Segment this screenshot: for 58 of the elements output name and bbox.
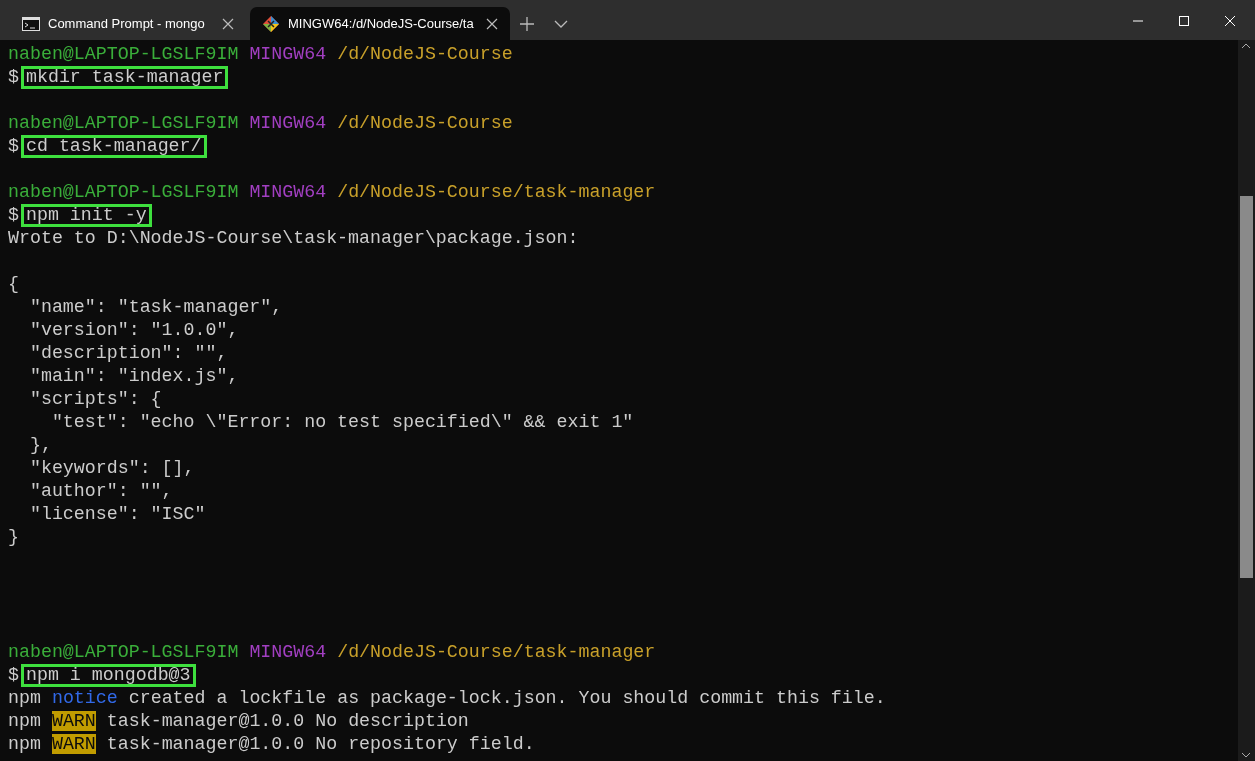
close-icon — [485, 18, 498, 31]
close-icon — [1224, 14, 1236, 27]
output-line: "keywords": [], — [28, 458, 195, 478]
command-text: npm init -y — [21, 204, 152, 227]
output-line: "main": "index.js", — [28, 366, 239, 386]
output-line: Wrote to D:\NodeJS-Course\task-manager\package.json: — [8, 228, 579, 248]
plus-icon — [518, 16, 535, 32]
output-line: }, — [28, 435, 52, 455]
log-message: task-manager@1.0.0 No repository field. — [106, 734, 535, 754]
prompt-path: /d/NodeJS-Course — [337, 44, 513, 64]
output-line: "version": "1.0.0", — [28, 320, 239, 340]
prompt-path: /d/NodeJS-Course/task-manager — [337, 182, 656, 202]
scrollbar[interactable] — [1238, 40, 1255, 761]
command-text: cd task-manager/ — [21, 135, 207, 158]
log-message: task-manager@1.0.0 No description — [106, 711, 469, 731]
npm-prefix: npm — [8, 688, 41, 708]
log-level: WARN — [51, 734, 96, 754]
prompt-symbol: $ — [8, 136, 19, 156]
prompt-system: MINGW64 — [249, 182, 327, 202]
chevron-down-icon — [553, 19, 568, 29]
prompt-user: naben@LAPTOP-LGSLF9IM — [8, 113, 239, 133]
prompt-path: /d/NodeJS-Course/task-manager — [337, 642, 656, 662]
tab-title: MINGW64:/d/NodeJS-Course/ta — [288, 14, 474, 33]
command-text: mkdir task-manager — [21, 66, 229, 89]
scroll-down-icon[interactable] — [1241, 751, 1251, 759]
output-line: { — [8, 274, 19, 294]
output-line: "description": "", — [28, 343, 228, 363]
diamond-icon — [262, 14, 280, 33]
log-message: created a lockfile as package-lock.json. You should commit this file. — [128, 688, 886, 708]
output-line: } — [8, 527, 19, 547]
tab-title: Command Prompt - mongo — [48, 14, 206, 33]
prompt-user: naben@LAPTOP-LGSLF9IM — [8, 44, 239, 64]
output-line: "scripts": { — [28, 389, 162, 409]
log-level: notice — [51, 688, 118, 708]
output-line: "author": "", — [28, 481, 173, 501]
npm-prefix: npm — [8, 734, 41, 754]
prompt-user: naben@LAPTOP-LGSLF9IM — [8, 642, 239, 662]
npm-prefix: npm — [8, 711, 41, 731]
prompt-symbol: $ — [8, 67, 19, 87]
close-icon — [222, 18, 234, 31]
tab[interactable]: MINGW64:/d/NodeJS-Course/ta — [250, 7, 510, 40]
prompt-system: MINGW64 — [249, 642, 327, 662]
tab[interactable]: Command Prompt - mongo — [10, 7, 246, 40]
terminal-icon — [22, 16, 40, 31]
prompt-symbol: $ — [8, 665, 19, 685]
scroll-up-icon[interactable] — [1241, 42, 1251, 50]
output-line: "test": "echo \"Error: no test specified\" && exit 1" — [50, 412, 634, 432]
output-line: "name": "task-manager", — [28, 297, 283, 317]
prompt-symbol: $ — [8, 205, 19, 225]
log-level: WARN — [51, 711, 96, 731]
scrollbar-thumb[interactable] — [1240, 196, 1253, 578]
output-line: "license": "ISC" — [28, 504, 206, 524]
maximize-icon — [1178, 14, 1190, 27]
prompt-user: naben@LAPTOP-LGSLF9IM — [8, 182, 239, 202]
prompt-system: MINGW64 — [249, 44, 327, 64]
prompt-system: MINGW64 — [249, 113, 327, 133]
command-text: npm i mongodb@3 — [21, 664, 196, 687]
prompt-path: /d/NodeJS-Course — [337, 113, 513, 133]
